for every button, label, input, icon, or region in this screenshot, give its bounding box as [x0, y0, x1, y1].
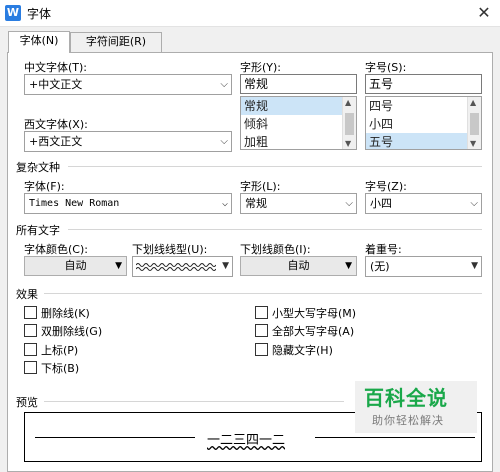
preview-section-title: 预览 [16, 396, 38, 409]
all-caps-checkbox[interactable] [255, 324, 268, 337]
chinese-font-label: 中文字体(T): [24, 61, 88, 74]
scroll-thumb[interactable] [345, 113, 354, 135]
chinese-font-select[interactable]: +中文正文 ⌵ [24, 74, 232, 95]
divider [68, 229, 482, 230]
list-item[interactable]: 小四 [366, 115, 481, 133]
western-font-value: +西文正文 [29, 135, 83, 148]
watermark-title: 百科全说 [364, 386, 448, 410]
scroll-up-icon[interactable]: ▲ [345, 98, 351, 107]
underline-color-label: 下划线颜色(I): [240, 243, 311, 256]
complex-style-select[interactable]: 常规 ⌵ [240, 193, 357, 214]
tab-character-spacing[interactable]: 字符间距(R) [70, 32, 162, 52]
complex-size-label: 字号(Z): [365, 180, 407, 193]
list-item[interactable]: 五号 [366, 133, 481, 149]
underline-style-select[interactable]: ▼ [132, 256, 233, 277]
size-input[interactable]: 五号 [365, 74, 482, 94]
complex-font-label: 字体(F): [24, 180, 65, 193]
complex-style-label: 字形(L): [240, 180, 281, 193]
effects-section-title: 效果 [16, 288, 38, 301]
scroll-thumb[interactable] [470, 113, 479, 135]
complex-font-value: Times New Roman [29, 198, 120, 209]
chevron-down-icon: ⌵ [220, 136, 228, 147]
divider [68, 166, 482, 167]
close-icon[interactable]: ✕ [472, 2, 496, 24]
all-caps-label[interactable]: 全部大写字母(A) [272, 323, 354, 339]
dropdown-arrow-icon: ▼ [471, 261, 478, 271]
complex-size-value: 小四 [370, 197, 392, 210]
preview-sample-text: 一二三四一二 [207, 433, 286, 448]
superscript-label[interactable]: 上标(P) [41, 342, 78, 358]
complex-font-select[interactable]: Times New Roman ⌵ [24, 193, 232, 214]
small-caps-checkbox[interactable] [255, 306, 268, 319]
superscript-checkbox[interactable] [24, 343, 37, 356]
window-title: 字体 [27, 7, 52, 21]
font-color-picker[interactable]: 自动 ▼ [24, 256, 127, 276]
watermark-subtitle: 助你轻松解决 [372, 414, 444, 427]
scroll-down-icon[interactable]: ▼ [470, 139, 476, 148]
wavy-underline-preview-icon [136, 263, 216, 271]
list-item[interactable]: 加粗 [241, 133, 356, 149]
chinese-font-value: +中文正文 [29, 78, 83, 91]
title-bar [0, 0, 500, 27]
chevron-down-icon: ⌵ [221, 198, 228, 209]
hidden-text-checkbox[interactable] [255, 343, 268, 356]
complex-style-value: 常规 [245, 197, 267, 210]
wps-app-icon: W [5, 5, 21, 21]
preview-baseline-right [315, 437, 475, 438]
emphasis-mark-value: (无) [370, 260, 390, 273]
divider [44, 293, 482, 294]
complex-script-section-title: 复杂文种 [16, 161, 60, 174]
underline-style-label: 下划线线型(U): [132, 243, 208, 256]
dropdown-arrow-icon: ▼ [115, 261, 122, 271]
size-label: 字号(S): [365, 61, 407, 74]
strikethrough-checkbox[interactable] [24, 306, 37, 319]
strikethrough-label[interactable]: 删除线(K) [41, 305, 90, 321]
dropdown-arrow-icon: ▼ [345, 261, 352, 271]
chevron-down-icon: ⌵ [470, 198, 478, 209]
scroll-down-icon[interactable]: ▼ [345, 139, 351, 148]
subscript-checkbox[interactable] [24, 361, 37, 374]
tab-font[interactable]: 字体(N) [8, 31, 70, 53]
double-strikethrough-checkbox[interactable] [24, 324, 37, 337]
size-scrollbar[interactable]: ▲ ▼ [467, 97, 481, 149]
scroll-up-icon[interactable]: ▲ [470, 98, 476, 107]
style-scrollbar[interactable]: ▲ ▼ [342, 97, 356, 149]
western-font-select[interactable]: +西文正文 ⌵ [24, 131, 232, 152]
emphasis-mark-label: 着重号: [365, 243, 402, 256]
double-strikethrough-label[interactable]: 双删除线(G) [41, 323, 102, 339]
dropdown-arrow-icon: ▼ [222, 261, 229, 271]
chevron-down-icon: ⌵ [220, 79, 228, 90]
chevron-down-icon: ⌵ [345, 198, 353, 209]
western-font-label: 西文字体(X): [24, 118, 88, 131]
divider [44, 401, 344, 402]
emphasis-mark-select[interactable]: (无) ▼ [365, 256, 482, 277]
all-text-section-title: 所有文字 [16, 224, 60, 237]
small-caps-label[interactable]: 小型大写字母(M) [272, 305, 356, 321]
underline-color-value: 自动 [287, 259, 310, 272]
complex-size-select[interactable]: 小四 ⌵ [365, 193, 482, 214]
underline-color-picker[interactable]: 自动 ▼ [240, 256, 357, 276]
list-item[interactable]: 倾斜 [241, 115, 356, 133]
style-listbox[interactable]: 常规 倾斜 加粗 ▲ ▼ [240, 96, 357, 150]
style-label: 字形(Y): [240, 61, 282, 74]
list-item[interactable]: 常规 [241, 97, 356, 115]
size-listbox[interactable]: 四号 小四 五号 ▲ ▼ [365, 96, 482, 150]
font-color-label: 字体颜色(C): [24, 243, 88, 256]
subscript-label[interactable]: 下标(B) [41, 360, 79, 376]
font-color-value: 自动 [64, 259, 87, 272]
list-item[interactable]: 四号 [366, 97, 481, 115]
hidden-text-label[interactable]: 隐藏文字(H) [272, 342, 333, 358]
preview-baseline-left [35, 437, 195, 438]
style-input[interactable]: 常规 [240, 74, 357, 94]
